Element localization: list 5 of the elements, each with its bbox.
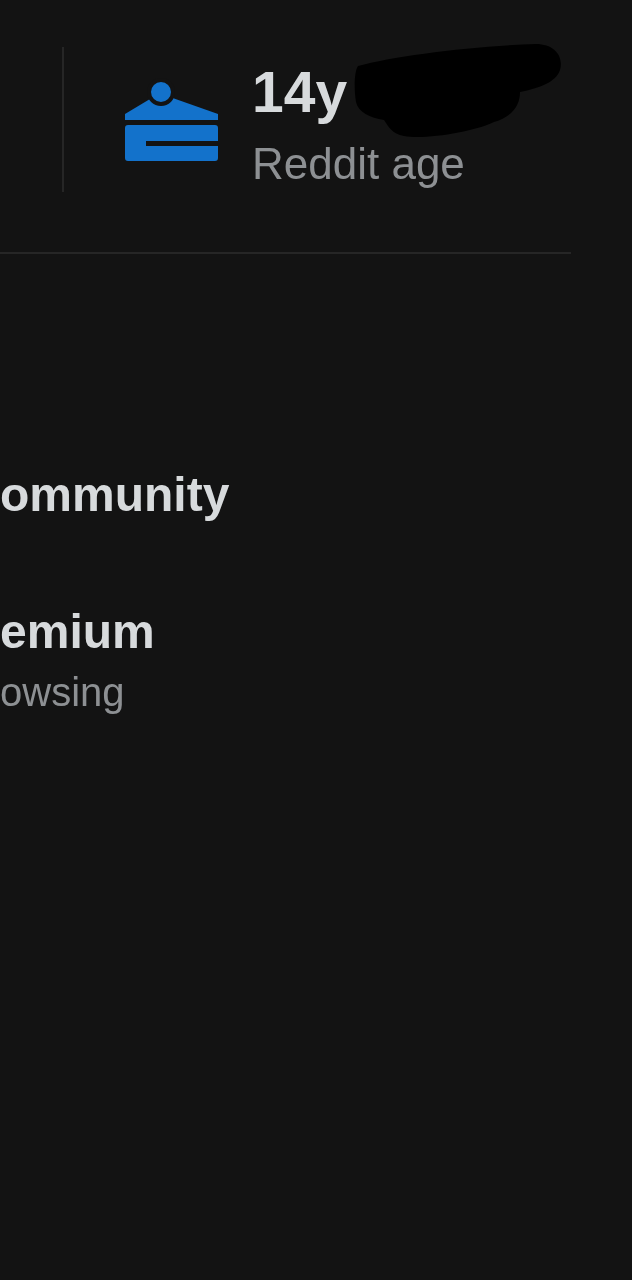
menu-item-subtitle: owsing xyxy=(0,669,125,716)
menu-item-title[interactable]: ommunity xyxy=(0,467,230,523)
stat-value: 14y xyxy=(252,61,349,123)
stat-label: Reddit age xyxy=(252,139,465,189)
menu-item-title[interactable]: emium xyxy=(0,604,155,660)
